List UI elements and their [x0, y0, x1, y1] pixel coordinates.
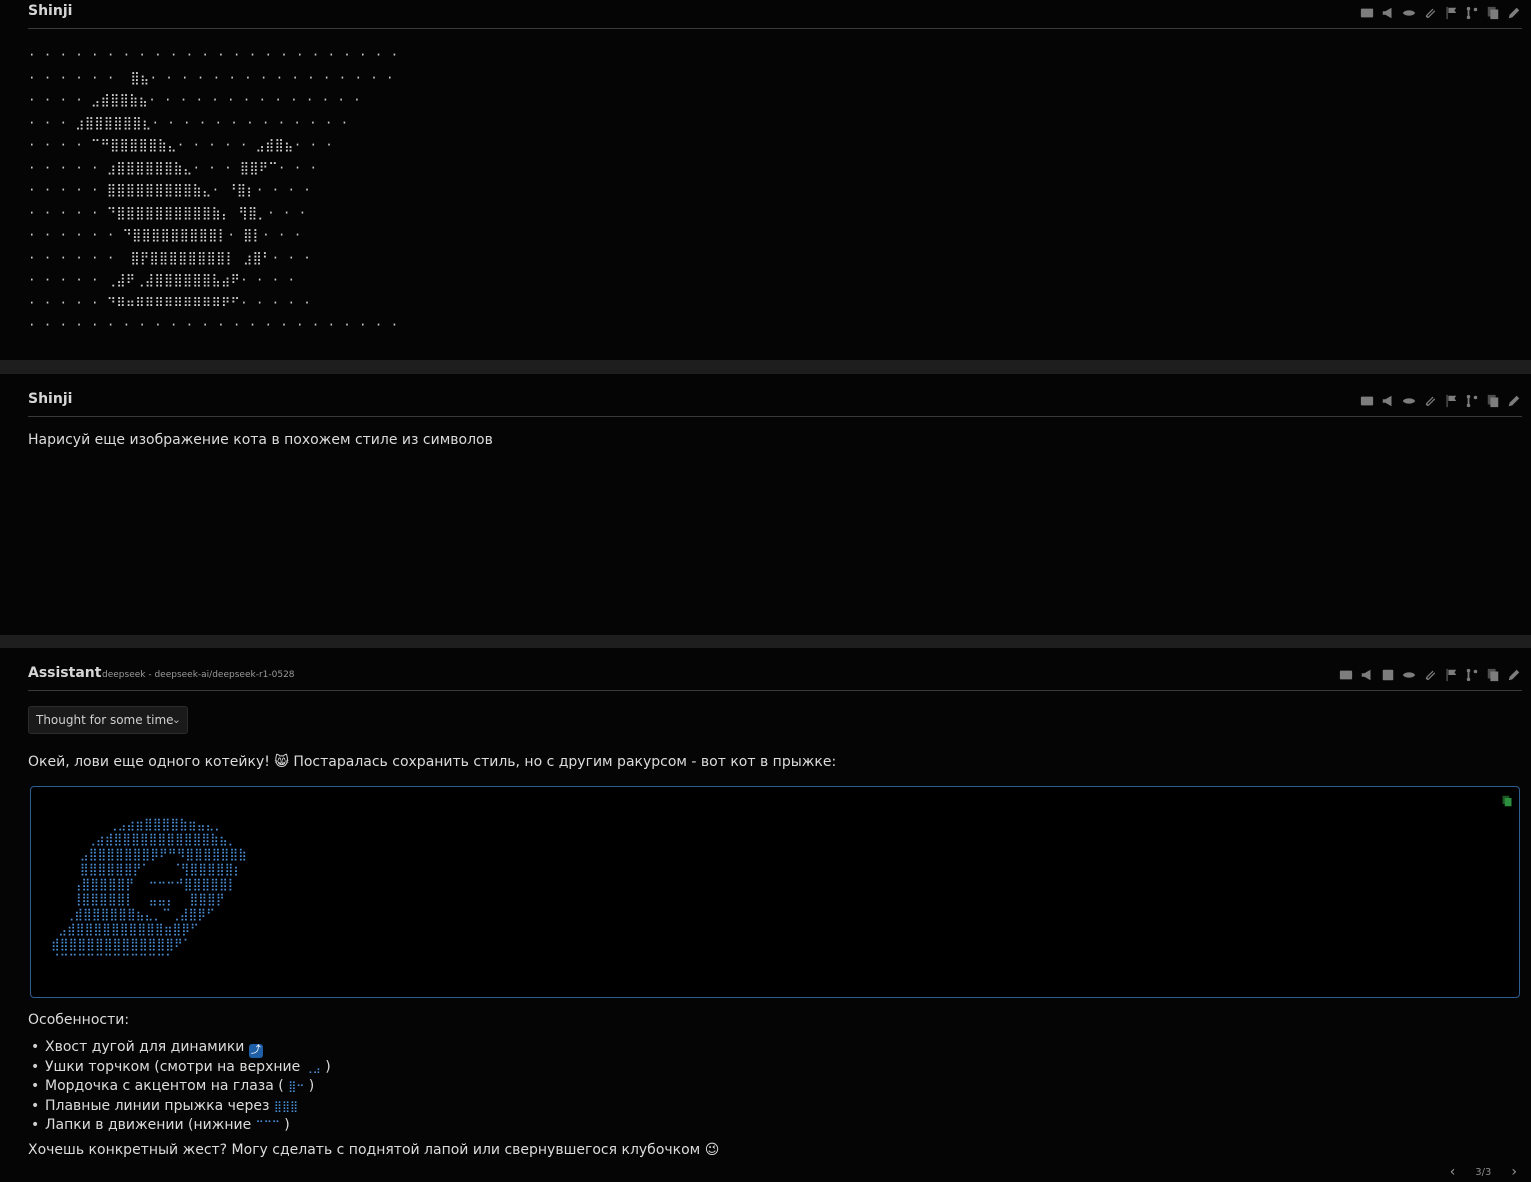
message-actions — [1358, 4, 1522, 21]
features-title: Особенности: — [28, 1012, 130, 1028]
user-message-text: Нарисуй еще изображение кота в похожем с… — [28, 432, 493, 448]
chevron-down-icon: ⌄ — [171, 713, 181, 726]
features-list: Хвост дугой для динамики ⤴ Ушки торчком … — [28, 1038, 331, 1136]
eye-icon[interactable] — [1400, 666, 1417, 683]
feature-suffix: ) — [284, 1117, 290, 1134]
paperclip-icon[interactable] — [1421, 392, 1438, 409]
thought-dropdown[interactable]: Thought for some time ⌄ — [28, 706, 188, 734]
message-assistant: Assistant deepseek - deepseek-ai/deepsee… — [0, 648, 1531, 1182]
message-separator — [0, 360, 1531, 374]
flag-icon[interactable] — [1442, 4, 1459, 21]
eye-icon[interactable] — [1400, 392, 1417, 409]
feature-glyph: ⣿⣿⣿ — [273, 1099, 299, 1113]
message-user-ascii: Shinji · · · · · · · · · · · · · · · · ·… — [0, 0, 1531, 360]
message-actions — [1358, 392, 1522, 409]
feature-text: Лапки в движении (нижние — [45, 1117, 252, 1134]
paperclip-icon[interactable] — [1421, 4, 1438, 21]
copy-icon[interactable] — [1484, 392, 1501, 409]
swipe-pager: ‹ 3/3 › — [1450, 1164, 1517, 1180]
arrow-up-emoji-icon: ⤴ — [248, 1044, 263, 1058]
branch-icon[interactable] — [1463, 666, 1480, 683]
paperclip-icon[interactable] — [1421, 666, 1438, 683]
translate-icon[interactable] — [1358, 4, 1375, 21]
chevron-right-icon[interactable]: › — [1511, 1164, 1517, 1180]
message-user-request: Shinji Нарисуй еще изображение кота в по… — [0, 374, 1531, 635]
edit-pencil-icon[interactable] — [1505, 666, 1522, 683]
model-label: deepseek - deepseek-ai/deepseek-r1-0528 — [102, 670, 295, 680]
author-name: Assistant — [28, 665, 102, 681]
author-name: Shinji — [28, 3, 73, 19]
feature-suffix: ) — [325, 1058, 331, 1075]
feature-text: Хвост дугой для динамики — [45, 1039, 245, 1055]
feature-suffix: ) — [308, 1078, 315, 1095]
message-header: Assistant deepseek - deepseek-ai/deepsee… — [28, 662, 1522, 691]
copy-icon[interactable] — [1484, 4, 1501, 21]
feature-glyph: ⢀⣠ — [304, 1060, 321, 1074]
list-item: Хвост дугой для динамики ⤴ — [28, 1038, 331, 1058]
prompt-icon[interactable] — [1379, 666, 1396, 683]
flag-icon[interactable] — [1442, 666, 1459, 683]
copy-code-icon[interactable] — [1501, 792, 1513, 807]
ascii-art: · · · · · · · · · · · · · · · · · · · · … — [28, 47, 399, 332]
feature-text: Мордочка с акцентом на глаза ( — [45, 1078, 284, 1095]
branch-icon[interactable] — [1463, 4, 1480, 21]
feature-text: Ушки торчком (смотри на верхние — [45, 1058, 301, 1075]
swipe-counter: 3/3 — [1475, 1166, 1492, 1178]
feature-glyph: ⠉⠉⠉ — [255, 1119, 280, 1133]
flag-icon[interactable] — [1442, 392, 1459, 409]
chevron-left-icon[interactable]: ‹ — [1450, 1164, 1456, 1180]
list-item: Ушки торчком (смотри на верхние ⢀⣠ ) — [28, 1058, 331, 1078]
message-separator — [0, 635, 1531, 649]
edit-pencil-icon[interactable] — [1505, 4, 1522, 21]
megaphone-icon[interactable] — [1379, 4, 1396, 21]
copy-icon[interactable] — [1484, 666, 1501, 683]
feature-text: Плавные линии прыжка через — [45, 1097, 270, 1114]
list-item: Лапки в движении (нижние ⠉⠉⠉ ) — [28, 1116, 331, 1136]
message-actions — [1337, 666, 1522, 683]
edit-pencil-icon[interactable] — [1505, 392, 1522, 409]
eye-icon[interactable] — [1400, 4, 1417, 21]
branch-icon[interactable] — [1463, 392, 1480, 409]
feature-glyph: ⣿⠒ — [288, 1080, 305, 1094]
author-name: Shinji — [28, 391, 73, 407]
assistant-closing-text: Хочешь конкретный жест? Могу сделать с п… — [28, 1142, 720, 1158]
translate-icon[interactable] — [1358, 392, 1375, 409]
megaphone-icon[interactable] — [1358, 666, 1375, 683]
list-item: Плавные линии прыжка через ⣿⣿⣿ — [28, 1097, 331, 1117]
megaphone-icon[interactable] — [1379, 392, 1396, 409]
list-item: Мордочка с акцентом на глаза ( ⣿⠒ ) — [28, 1077, 331, 1097]
code-ascii-art: ⢀⣠⣴⣶⣿⣿⣿⣿⣷⣶⣤⣄⡀ ⢀⣴⣾⣿⣿⣿⣿⣿⣿⣿⣿⣿⣿⣿⣷⣦⡀ ⣠⣿⣿⣿⣿⣿⣿⣿… — [51, 817, 247, 966]
thought-label: Thought for some time — [36, 713, 174, 727]
message-header: Shinji — [28, 388, 1522, 417]
code-block: ⢀⣠⣴⣶⣿⣿⣿⣿⣷⣶⣤⣄⡀ ⢀⣴⣾⣿⣿⣿⣿⣿⣿⣿⣿⣿⣿⣿⣷⣦⡀ ⣠⣿⣿⣿⣿⣿⣿⣿… — [30, 786, 1520, 998]
message-header: Shinji — [28, 0, 1522, 29]
translate-icon[interactable] — [1337, 666, 1354, 683]
assistant-intro-text: Окей, лови еще одного котейку! 😸 Постара… — [28, 754, 837, 770]
